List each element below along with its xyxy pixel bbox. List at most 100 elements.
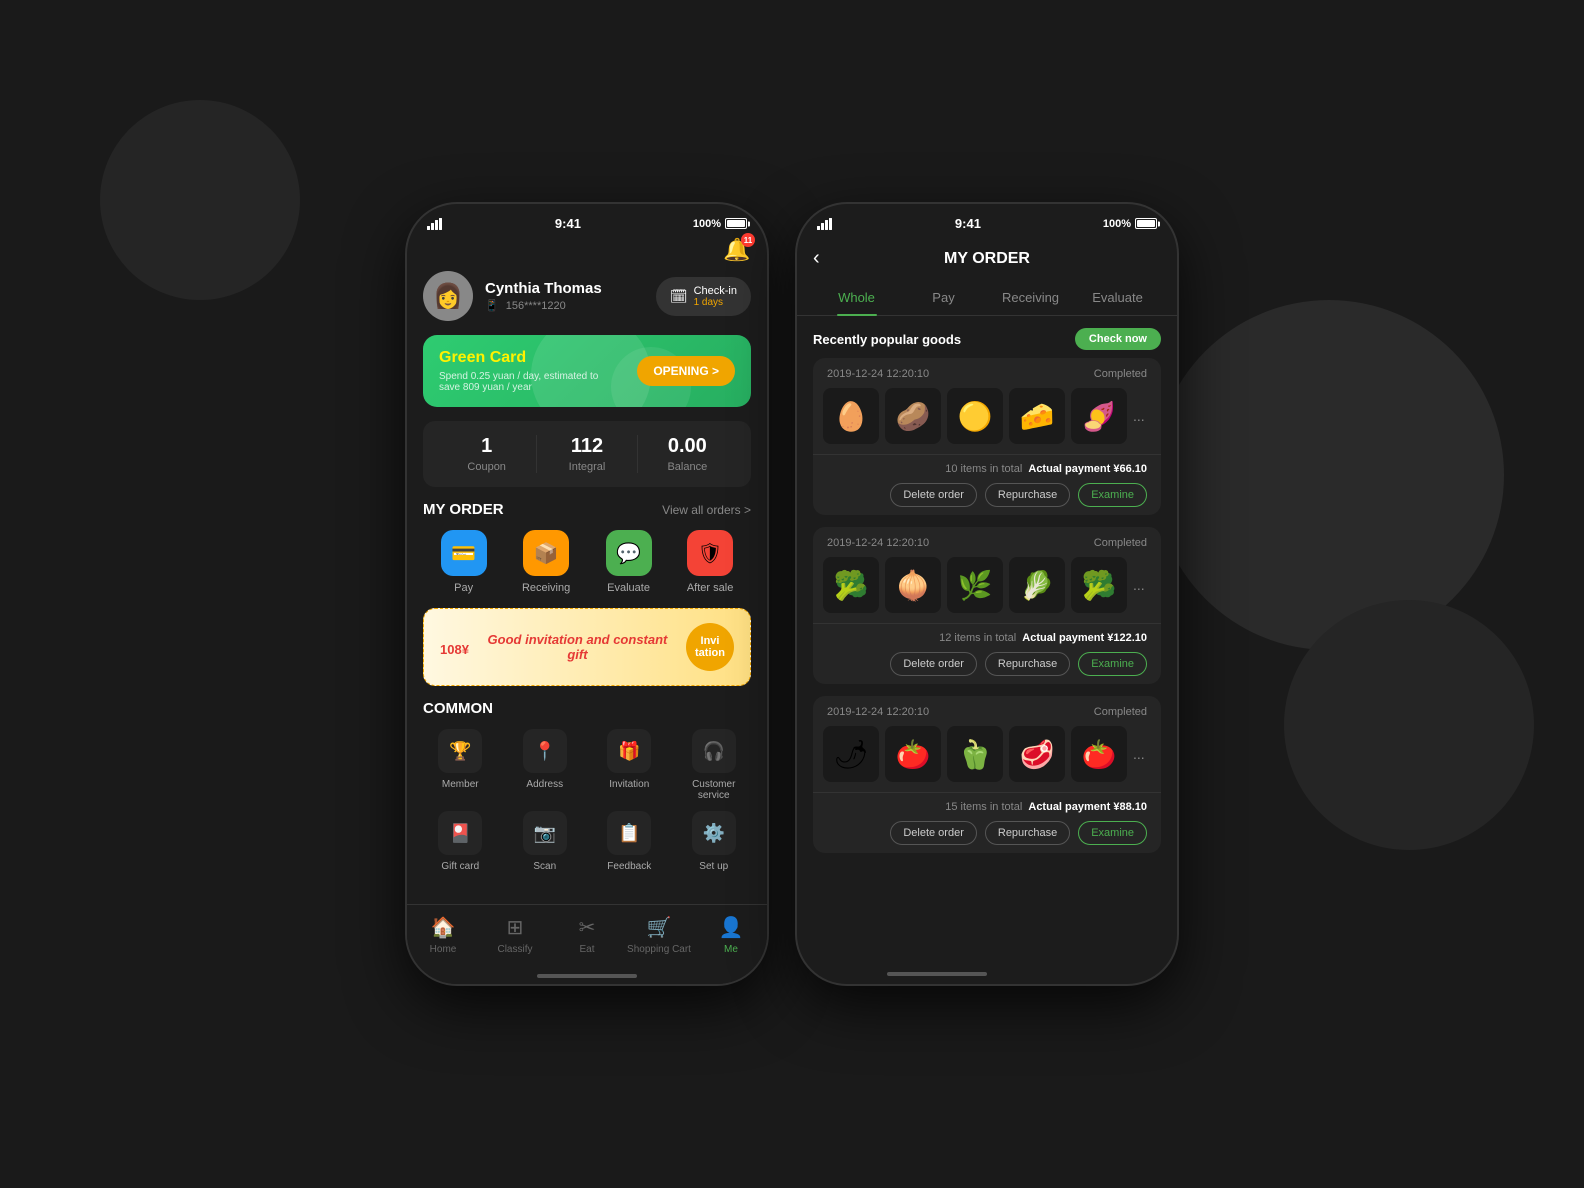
repurchase-1[interactable]: Repurchase bbox=[985, 483, 1070, 507]
order-aftersale[interactable]: 🛡 After sale bbox=[687, 530, 733, 594]
invite-badge: Invitation bbox=[686, 623, 734, 671]
nav-me[interactable]: 👤 Me bbox=[695, 915, 767, 955]
order-card-1-header: 2019-12-24 12:20:10 Completed bbox=[813, 358, 1161, 388]
order-actions-3: Delete order Repurchase Examine bbox=[827, 821, 1147, 845]
stat-coupon-label: Coupon bbox=[437, 461, 536, 473]
order-evaluate[interactable]: 💬 Evaluate bbox=[606, 530, 652, 594]
invitation-label: Invitation bbox=[592, 779, 667, 790]
order-status-1: Completed bbox=[1094, 368, 1147, 380]
order-img-1-1: 🥚 bbox=[823, 388, 879, 444]
order-status-3: Completed bbox=[1094, 706, 1147, 718]
orders-list: 2019-12-24 12:20:10 Completed 🥚 🥔 🟡 🧀 🍠 … bbox=[797, 358, 1177, 964]
common-setup[interactable]: ⚙️ Set up bbox=[677, 811, 752, 872]
nav-cart[interactable]: 🛒 Shopping Cart bbox=[623, 915, 695, 955]
delete-order-2[interactable]: Delete order bbox=[890, 652, 977, 676]
order-card-3-header: 2019-12-24 12:20:10 Completed bbox=[813, 696, 1161, 726]
delete-order-1[interactable]: Delete order bbox=[890, 483, 977, 507]
nav-eat[interactable]: ✂ Eat bbox=[551, 915, 623, 955]
stat-coupon-value: 1 bbox=[437, 435, 536, 458]
order-summary-3: 15 items in total Actual payment ¥88.10 bbox=[827, 801, 1147, 813]
green-card-info: Green Card Spend 0.25 yuan / day, estima… bbox=[439, 349, 619, 393]
nav-classify[interactable]: ⊞ Classify bbox=[479, 915, 551, 955]
back-button[interactable]: ‹ bbox=[813, 247, 820, 270]
setup-label: Set up bbox=[677, 861, 752, 872]
order-pay[interactable]: 💳 Pay bbox=[441, 530, 487, 594]
order-aftersale-icon: 🛡 bbox=[687, 530, 733, 576]
order-images-3: 🌶 🍅 🫑 🥩 🍅 ... bbox=[813, 726, 1161, 792]
phone-right-content: 9:41 100% ‹ MY ORDER Whole Pay Receiving… bbox=[797, 204, 1177, 984]
common-scan[interactable]: 📷 Scan bbox=[508, 811, 583, 872]
order-card-3: 2019-12-24 12:20:10 Completed 🌶 🍅 🫑 🥩 🍅 … bbox=[813, 696, 1161, 853]
view-all-orders[interactable]: View all orders > bbox=[662, 503, 751, 517]
phones-container: 9:41 100% 🔔 11 👩 Cynthia Thomas bbox=[407, 204, 1177, 984]
order-count-1: 10 items in total bbox=[945, 463, 1028, 475]
order-images-1: 🥚 🥔 🟡 🧀 🍠 ... bbox=[813, 388, 1161, 454]
stat-integral-label: Integral bbox=[537, 461, 636, 473]
green-card[interactable]: Green Card Spend 0.25 yuan / day, estima… bbox=[423, 335, 751, 407]
order-payment-1: Actual payment ¥66.10 bbox=[1028, 463, 1147, 475]
checkin-button[interactable]: 🗓 Check-in 1 days bbox=[656, 277, 751, 316]
order-payment-2: Actual payment ¥122.10 bbox=[1022, 632, 1147, 644]
check-now-button[interactable]: Check now bbox=[1075, 328, 1161, 350]
order-aftersale-label: After sale bbox=[687, 582, 733, 594]
tab-evaluate[interactable]: Evaluate bbox=[1074, 280, 1161, 315]
setup-icon: ⚙️ bbox=[692, 811, 736, 855]
stat-balance[interactable]: 0.00 Balance bbox=[637, 435, 737, 473]
feedback-icon: 📋 bbox=[607, 811, 651, 855]
feedback-label: Feedback bbox=[592, 861, 667, 872]
order-receiving-icon: 📦 bbox=[523, 530, 569, 576]
green-card-title: Green Card bbox=[439, 349, 619, 367]
checkin-label: Check-in bbox=[694, 285, 737, 297]
bell-button[interactable]: 🔔 11 bbox=[723, 237, 751, 265]
order-receiving-label: Receiving bbox=[522, 582, 570, 594]
order-count-2: 12 items in total bbox=[939, 632, 1022, 644]
order-tabs: Whole Pay Receiving Evaluate bbox=[797, 280, 1177, 316]
examine-1[interactable]: Examine bbox=[1078, 483, 1147, 507]
order-header: ‹ MY ORDER bbox=[797, 237, 1177, 280]
common-invitation[interactable]: 🎁 Invitation bbox=[592, 729, 667, 801]
order-date-2: 2019-12-24 12:20:10 bbox=[827, 537, 929, 549]
tab-receiving[interactable]: Receiving bbox=[987, 280, 1074, 315]
time-left: 9:41 bbox=[555, 216, 581, 231]
repurchase-3[interactable]: Repurchase bbox=[985, 821, 1070, 845]
order-summary-2: 12 items in total Actual payment ¥122.10 bbox=[827, 632, 1147, 644]
battery-icon-right bbox=[1135, 218, 1157, 229]
order-icons-row: 💳 Pay 📦 Receiving 💬 Evaluate 🛡 After sal… bbox=[423, 530, 751, 594]
order-page-title: MY ORDER bbox=[944, 250, 1030, 268]
delete-order-3[interactable]: Delete order bbox=[890, 821, 977, 845]
order-img-3-3: 🫑 bbox=[947, 726, 1003, 782]
tab-whole[interactable]: Whole bbox=[813, 280, 900, 315]
scan-label: Scan bbox=[508, 861, 583, 872]
invite-banner[interactable]: 108¥ Good invitation and constant gift I… bbox=[423, 608, 751, 686]
stat-integral[interactable]: 112 Integral bbox=[536, 435, 636, 473]
tab-pay[interactable]: Pay bbox=[900, 280, 987, 315]
common-address[interactable]: 📍 Address bbox=[508, 729, 583, 801]
examine-2[interactable]: Examine bbox=[1078, 652, 1147, 676]
common-header: COMMON bbox=[423, 700, 751, 717]
stat-integral-value: 112 bbox=[537, 435, 636, 458]
order-receiving[interactable]: 📦 Receiving bbox=[522, 530, 570, 594]
notification-badge: 11 bbox=[741, 233, 755, 247]
examine-3[interactable]: Examine bbox=[1078, 821, 1147, 845]
home-icon: 🏠 bbox=[431, 915, 456, 940]
opening-button[interactable]: OPENING > bbox=[637, 356, 735, 386]
profile-info: Cynthia Thomas 📱 156****1220 bbox=[485, 280, 602, 312]
signal-area bbox=[427, 218, 443, 230]
order-pay-label: Pay bbox=[441, 582, 487, 594]
profile-phone: 📱 156****1220 bbox=[485, 299, 602, 312]
order-card-1: 2019-12-24 12:20:10 Completed 🥚 🥔 🟡 🧀 🍠 … bbox=[813, 358, 1161, 515]
repurchase-2[interactable]: Repurchase bbox=[985, 652, 1070, 676]
nav-home[interactable]: 🏠 Home bbox=[407, 915, 479, 955]
profile-left: 👩 Cynthia Thomas 📱 156****1220 bbox=[423, 271, 602, 321]
order-date-1: 2019-12-24 12:20:10 bbox=[827, 368, 929, 380]
stat-coupon[interactable]: 1 Coupon bbox=[437, 435, 536, 473]
scan-icon: 📷 bbox=[523, 811, 567, 855]
invite-amount: 108¥ bbox=[440, 634, 469, 660]
profile-section: 👩 Cynthia Thomas 📱 156****1220 🗓 Check-i… bbox=[407, 271, 767, 321]
common-customer-service[interactable]: 🎧 Customer service bbox=[677, 729, 752, 801]
common-member[interactable]: 🏆 Member bbox=[423, 729, 498, 801]
phone-left: 9:41 100% 🔔 11 👩 Cynthia Thomas bbox=[407, 204, 767, 984]
common-feedback[interactable]: 📋 Feedback bbox=[592, 811, 667, 872]
bottom-nav: 🏠 Home ⊞ Classify ✂ Eat 🛒 Shopping Cart … bbox=[407, 904, 767, 984]
common-gift-card[interactable]: 🎴 Gift card bbox=[423, 811, 498, 872]
